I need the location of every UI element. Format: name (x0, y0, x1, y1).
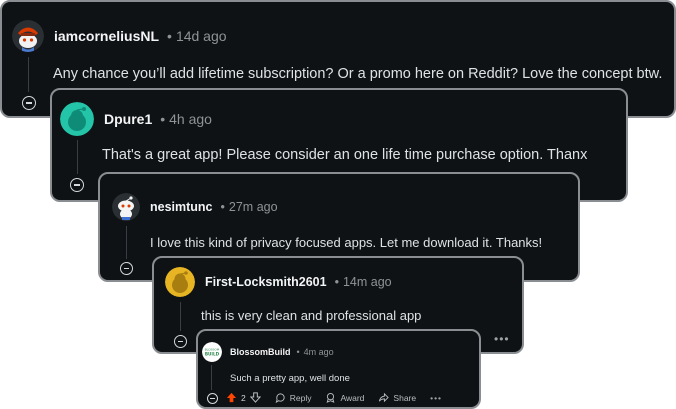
downvote-icon[interactable] (249, 392, 261, 403)
collapse-thread-button[interactable] (120, 262, 133, 275)
comment-header: nesimtunc • 27m ago (112, 193, 278, 221)
separator-dot: • (334, 275, 339, 289)
collapse-thread-button[interactable] (207, 393, 218, 404)
comment-timestamp: 14m ago (342, 275, 392, 289)
collapse-thread-button[interactable] (70, 178, 84, 192)
comment-meta: • 14d ago (167, 28, 227, 44)
thread-line[interactable] (28, 57, 29, 92)
award-label: Award (340, 392, 365, 403)
comment-timestamp: 4m ago (303, 347, 334, 357)
vote-controls: 2 (226, 392, 261, 403)
comment-card: BLOSSOM BUILD BlossomBuild • 4m ago Such … (196, 329, 481, 409)
comment-timestamp: 14d ago (175, 28, 227, 44)
share-button[interactable]: Share (378, 392, 416, 403)
reply-icon (275, 393, 285, 403)
comment-text: Such a pretty app, well done (230, 373, 350, 384)
separator-dot: • (167, 28, 172, 44)
award-button[interactable]: Award (325, 392, 364, 403)
username[interactable]: BlossomBuild (230, 347, 291, 357)
comment-text: this is very clean and professional app (201, 308, 422, 323)
separator-dot: • (296, 347, 300, 357)
separator-dot: • (220, 200, 225, 214)
user-avatar[interactable] (12, 20, 44, 52)
user-avatar[interactable] (112, 193, 140, 221)
reply-button[interactable]: Reply (275, 392, 312, 403)
separator-dot: • (160, 111, 166, 127)
user-avatar[interactable]: BLOSSOM BUILD (202, 342, 222, 362)
collapse-thread-button[interactable] (22, 96, 36, 110)
comment-timestamp: 27m ago (228, 200, 278, 214)
comment-meta: • 27m ago (221, 200, 278, 214)
thread-line[interactable] (126, 226, 127, 259)
share-label: Share (393, 392, 417, 403)
comment-action-bar: 2 Reply Award Share ••• (226, 392, 442, 403)
more-options-icon[interactable]: ••• (494, 332, 510, 346)
thread-line[interactable] (211, 365, 212, 390)
comment-meta: • 4m ago (297, 347, 334, 357)
upvote-icon[interactable] (226, 392, 237, 403)
redditor-avatar-icon (12, 20, 44, 52)
share-icon (379, 392, 390, 403)
snoo-avatar-icon (112, 193, 140, 221)
comment-meta: • 14m ago (335, 275, 392, 289)
username[interactable]: First-Locksmith2601 (205, 275, 327, 289)
logo-text: BUILD (205, 351, 220, 356)
comment-header: Dpure1 • 4h ago (60, 102, 212, 136)
comment-header: iamcorneliusNL • 14d ago (12, 20, 227, 52)
comment-header: BLOSSOM BUILD BlossomBuild • 4m ago (202, 342, 334, 362)
reply-label: Reply (289, 392, 312, 403)
username[interactable]: Dpure1 (104, 111, 152, 127)
vote-count: 2 (241, 392, 246, 403)
comment-text: I love this kind of privacy focused apps… (150, 235, 543, 250)
comment-timestamp: 4h ago (169, 111, 212, 127)
comment-text: Any chance you’ll add lifetime subscript… (53, 66, 663, 82)
more-options-icon[interactable]: ••• (430, 393, 442, 403)
user-avatar[interactable] (60, 102, 94, 136)
comment-text: That's a great app! Please consider an o… (102, 147, 588, 163)
blossombuild-logo-icon: BLOSSOM BUILD (202, 342, 222, 362)
comment-header: First-Locksmith2601 • 14m ago (165, 267, 392, 297)
award-icon (327, 393, 335, 403)
thread-line[interactable] (180, 302, 181, 331)
snoo-avatar-icon (60, 102, 94, 136)
username[interactable]: iamcorneliusNL (54, 28, 159, 44)
collapse-thread-button[interactable] (174, 335, 187, 348)
thread-line[interactable] (77, 140, 78, 174)
comment-meta: • 4h ago (160, 111, 212, 127)
username[interactable]: nesimtunc (150, 200, 213, 214)
snoo-avatar-icon (165, 267, 195, 297)
user-avatar[interactable] (165, 267, 195, 297)
